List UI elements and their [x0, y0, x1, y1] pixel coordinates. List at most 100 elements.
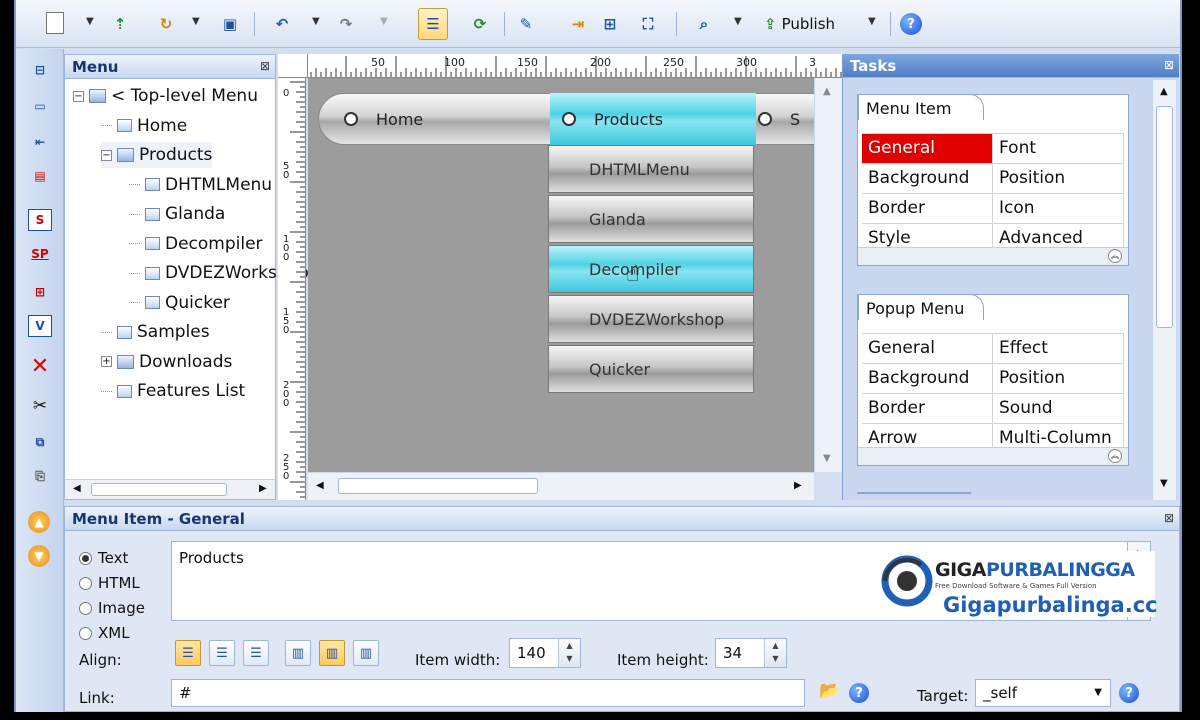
move-down-icon[interactable]: ▼: [28, 545, 50, 567]
content-type-radio[interactable]: XML: [79, 624, 130, 642]
redo-icon[interactable]: ↷: [334, 12, 358, 36]
task-link[interactable]: Font: [993, 134, 1124, 163]
scroll-right-icon[interactable]: ▶: [794, 480, 802, 491]
canvas-vscrollbar[interactable]: ▲ ▼: [814, 78, 842, 472]
collapse-icon[interactable]: ︽: [1108, 249, 1122, 263]
item-width-input[interactable]: 140 ▲ ▼: [509, 638, 581, 668]
scroll-up-icon[interactable]: ▲: [823, 86, 831, 97]
task-link[interactable]: Effect: [993, 334, 1124, 363]
open-icon[interactable]: ⇡: [108, 12, 132, 36]
new-icon[interactable]: [46, 12, 64, 34]
align-center-button[interactable]: ☰: [209, 640, 235, 666]
close-icon[interactable]: ⊠: [1164, 511, 1174, 525]
redo-dropdown-arrow-icon[interactable]: ▼: [380, 16, 388, 27]
tree-item[interactable]: Glanda: [129, 201, 225, 227]
tree-item[interactable]: DHTMLMenu: [129, 172, 272, 198]
valign-middle-button[interactable]: ▥: [319, 640, 345, 666]
scroll-left-icon[interactable]: ◀: [73, 483, 81, 494]
tree-item[interactable]: + Downloads: [101, 349, 232, 375]
task-link[interactable]: Border: [862, 394, 993, 423]
scroll-down-icon[interactable]: ▼: [1160, 478, 1168, 489]
tree-item[interactable]: Samples: [101, 319, 210, 345]
preview-submenu-item[interactable]: Quicker: [548, 345, 754, 393]
scroll-up-icon[interactable]: ▲: [1160, 86, 1168, 97]
publish-button[interactable]: ⇪ Publish: [764, 11, 835, 37]
preview-submenu-item[interactable]: DHTMLMenu: [548, 145, 754, 193]
task-link[interactable]: General: [862, 334, 993, 363]
help-icon[interactable]: ?: [1119, 683, 1139, 703]
browse-folder-icon[interactable]: 📂: [819, 681, 840, 701]
content-type-radio[interactable]: HTML: [79, 574, 140, 592]
preview-submenu-item[interactable]: Decompiler: [548, 245, 754, 293]
design-canvas[interactable]: Home Products S DHTMLMenu Glanda Decompiler D…: [308, 78, 842, 472]
preview-menu-item[interactable]: S: [758, 93, 800, 145]
target-select[interactable]: _self ▼: [975, 679, 1111, 707]
help-icon[interactable]: ?: [849, 683, 869, 703]
task-link[interactable]: Sound: [993, 394, 1124, 423]
valign-bottom-button[interactable]: ▥: [353, 640, 379, 666]
refresh-icon[interactable]: ⟳: [468, 12, 492, 36]
task-link[interactable]: Icon: [993, 194, 1124, 223]
scroll-left-icon[interactable]: ◀: [316, 480, 324, 491]
style-icon[interactable]: ⊞: [28, 281, 52, 303]
scroll-right-icon[interactable]: ▶: [259, 483, 267, 494]
align-right-button[interactable]: ☰: [243, 640, 269, 666]
help-icon[interactable]: ?: [900, 13, 922, 35]
tree-expand-icon[interactable]: −: [101, 149, 112, 161]
save-icon[interactable]: ▣: [218, 12, 242, 36]
task-link[interactable]: Background: [862, 364, 993, 393]
menu-v-icon[interactable]: V: [28, 315, 52, 337]
edit-icon[interactable]: ✎: [514, 12, 538, 36]
item-width-spinner[interactable]: ▲ ▼: [558, 639, 580, 667]
add-item-icon[interactable]: ⊟: [28, 59, 52, 81]
preview-icon[interactable]: ⌕: [692, 12, 716, 36]
tree-item[interactable]: Home: [101, 113, 187, 139]
scroll-down-icon[interactable]: ▼: [823, 453, 831, 464]
scroll-thumb[interactable]: [338, 478, 538, 494]
task-link[interactable]: Position: [993, 164, 1124, 193]
import-icon[interactable]: ↻: [154, 12, 178, 36]
task-link[interactable]: General: [862, 134, 993, 163]
insert-icon[interactable]: ▤: [28, 165, 52, 187]
task-link[interactable]: Background: [862, 164, 993, 193]
preview-submenu-item[interactable]: DVDEZWorkshop: [548, 295, 754, 343]
submenu-sp-icon[interactable]: SP: [28, 243, 52, 265]
preview-menu-item[interactable]: Home: [344, 93, 423, 145]
tasks-vscrollbar[interactable]: ▲ ▼: [1152, 80, 1176, 500]
move-icon[interactable]: ⇥: [566, 12, 590, 36]
item-height-input[interactable]: 34 ▲ ▼: [715, 638, 787, 668]
task-link[interactable]: Border: [862, 194, 993, 223]
valign-top-button[interactable]: ▥: [285, 640, 311, 666]
paste-icon[interactable]: ⎘: [28, 465, 52, 487]
link-input[interactable]: #: [171, 679, 805, 707]
menu-tree-hscrollbar[interactable]: ◀ ▶: [65, 479, 275, 499]
preview-submenu-item[interactable]: Glanda: [548, 195, 754, 243]
tree-view-icon[interactable]: ☰: [418, 8, 448, 40]
canvas-hscrollbar[interactable]: ◀ ▶: [308, 472, 814, 500]
indent-icon[interactable]: ⇤: [28, 131, 52, 153]
new-dropdown-arrow-icon[interactable]: ▼: [86, 16, 94, 27]
expand-icon[interactable]: ⊞: [598, 12, 622, 36]
import-dropdown-arrow-icon[interactable]: ▼: [192, 16, 200, 27]
scroll-thumb[interactable]: [91, 483, 227, 496]
tree-expand-icon[interactable]: −: [73, 90, 84, 102]
cut-icon[interactable]: ✂: [28, 395, 52, 417]
scroll-thumb[interactable]: [1156, 106, 1173, 328]
content-type-radio[interactable]: Image: [79, 599, 145, 617]
tree-expand-icon[interactable]: +: [101, 356, 112, 367]
tree-item[interactable]: − Products: [101, 142, 213, 168]
item-height-spinner[interactable]: ▲ ▼: [764, 639, 786, 667]
publish-dropdown-arrow-icon[interactable]: ▼: [868, 16, 876, 27]
fit-icon[interactable]: ⛶: [636, 12, 660, 36]
tree-item[interactable]: − < Top-level Menu: [73, 83, 258, 109]
preview-dropdown-arrow-icon[interactable]: ▼: [734, 16, 742, 27]
close-icon[interactable]: ⊠: [1164, 58, 1174, 72]
undo-dropdown-arrow-icon[interactable]: ▼: [312, 16, 320, 27]
tree-item[interactable]: Features List: [101, 378, 245, 404]
align-left-button[interactable]: ☰: [175, 640, 201, 666]
content-type-radio[interactable]: Text: [79, 549, 128, 567]
collapse-icon[interactable]: ︽: [1108, 449, 1122, 463]
preview-menu-item[interactable]: Products: [550, 93, 756, 145]
tree-item[interactable]: Decompiler: [129, 231, 263, 257]
tree-item[interactable]: Quicker: [129, 290, 230, 316]
